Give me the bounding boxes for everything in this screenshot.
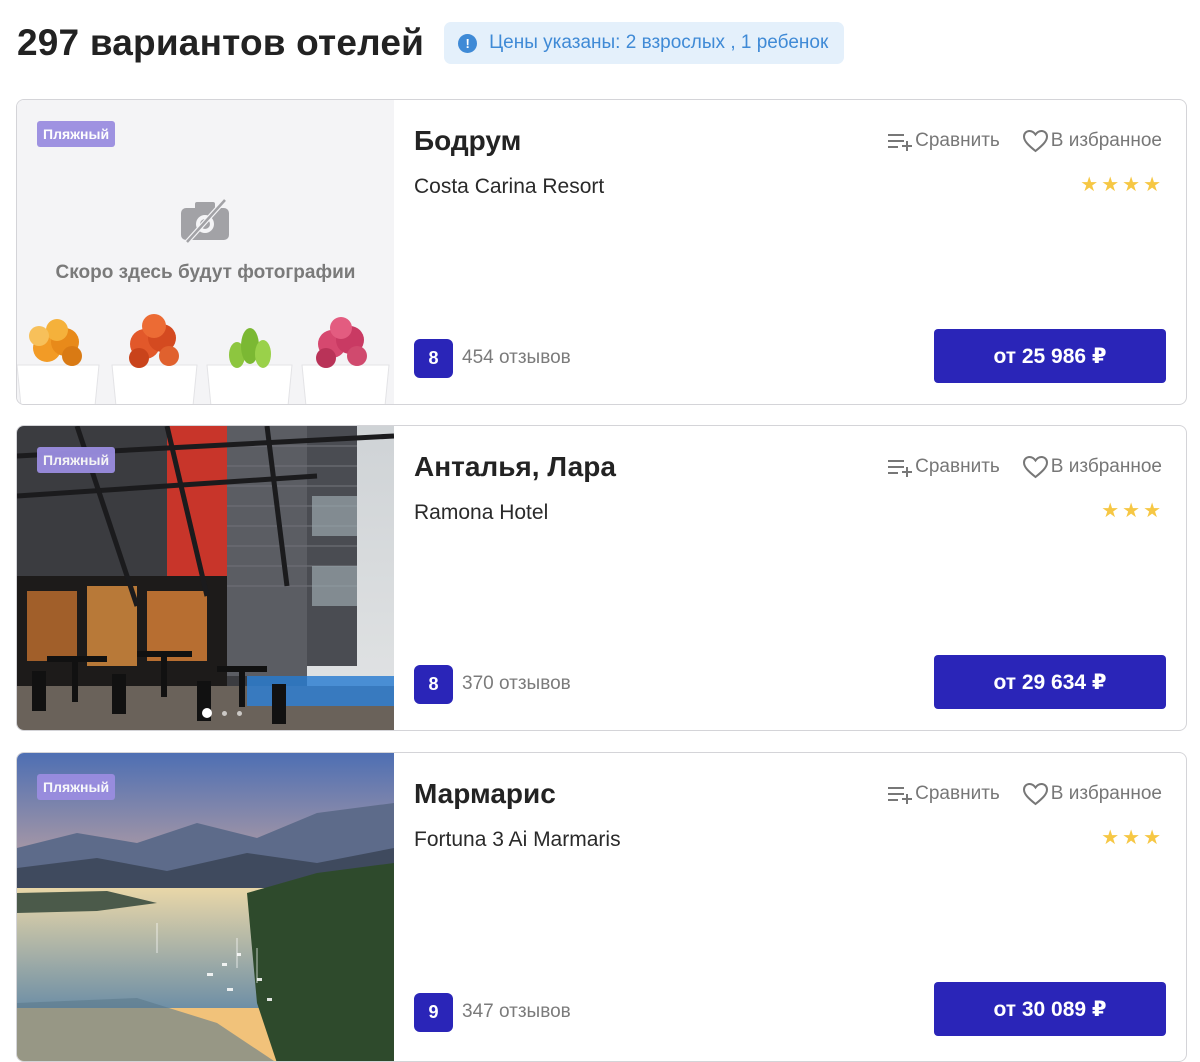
heart-icon [1022,455,1048,479]
hotel-type-tag: Пляжный [37,774,116,800]
hotel-card[interactable]: Скоро здесь будут фотографии Пляжный Бод… [16,99,1187,405]
compare-button[interactable]: Сравнить [887,130,1000,152]
hotel-name[interactable]: Fortuna 3 Ai Marmaris [414,828,621,852]
compare-label: Сравнить [915,456,1000,477]
reviews-count-link[interactable]: 347 отзывов [462,1001,571,1023]
favorite-button[interactable]: В избранное [1022,455,1162,479]
star-rating: ★★★ [1101,500,1164,522]
hotel-type-tag: Пляжный [37,447,116,473]
hotel-photo-placeholder[interactable]: Скоро здесь будут фотографии Пляжный [17,100,394,404]
review-score-badge: 8 [414,339,453,378]
carousel-dot[interactable] [222,710,227,716]
favorite-button[interactable]: В избранное [1022,129,1162,153]
hotel-photo[interactable]: Пляжный [17,426,394,730]
heart-icon [1022,129,1048,153]
carousel-dot[interactable] [202,708,212,718]
hotel-city[interactable]: Бодрум [414,125,521,157]
info-icon: ! [458,33,478,53]
heart-icon [1022,782,1048,806]
results-header: 297 вариантов отелей ! Цены указаны: 2 в… [17,22,845,64]
price-note-badge: ! Цены указаны: 2 взрослых , 1 ребенок [444,22,845,64]
card-actions: Сравнить В избранное [887,129,1162,153]
carousel-dot[interactable] [237,710,242,716]
reviews-count-link[interactable]: 370 отзывов [462,673,571,695]
favorite-label: В избранное [1050,130,1162,151]
price-note-text: Цены указаны: 2 взрослых , 1 ребенок [489,32,829,53]
hotel-photo[interactable]: Пляжный [17,753,394,1061]
reviews-count-link[interactable]: 454 отзывов [462,347,571,369]
hotel-name[interactable]: Ramona Hotel [414,501,548,525]
hotel-card[interactable]: Пляжный Мармарис Fortuna 3 Ai Marmaris С… [16,752,1187,1062]
star-rating: ★★★★ [1080,174,1164,196]
review-score-badge: 9 [414,993,453,1032]
favorite-label: В избранное [1050,456,1162,477]
hotel-city[interactable]: Мармарис [414,778,556,810]
compare-button[interactable]: Сравнить [887,456,1000,478]
price-button[interactable]: от 29 634 ₽ [934,655,1166,709]
hotel-info: Мармарис Fortuna 3 Ai Marmaris Сравнить … [394,753,1186,1061]
compare-label: Сравнить [915,783,1000,804]
star-rating: ★★★ [1101,827,1164,849]
compare-list-icon [888,460,913,477]
page-title: 297 вариантов отелей [17,22,425,63]
compare-list-icon [888,134,913,151]
favorite-label: В избранное [1050,783,1162,804]
hotel-card[interactable]: Пляжный Анталья, Лара Ramona Hotel Сравн… [16,425,1187,731]
price-button[interactable]: от 25 986 ₽ [934,329,1166,383]
compare-label: Сравнить [915,130,1000,151]
photo-carousel-dots[interactable] [202,708,242,718]
price-button[interactable]: от 30 089 ₽ [934,982,1166,1036]
hotel-name[interactable]: Costa Carina Resort [414,175,604,199]
review-score-badge: 8 [414,665,453,704]
hotel-info: Бодрум Costa Carina Resort Сравнить В из… [394,100,1186,404]
card-actions: Сравнить В избранное [887,455,1162,479]
hotel-city[interactable]: Анталья, Лара [414,451,616,483]
no-photo-icon [181,198,229,244]
hotel-info: Анталья, Лара Ramona Hotel Сравнить В из… [394,426,1186,730]
compare-button[interactable]: Сравнить [887,783,1000,805]
compare-list-icon [888,787,913,804]
photo-placeholder-text: Скоро здесь будут фотографии [55,262,356,283]
hotel-type-tag: Пляжный [37,121,116,147]
card-actions: Сравнить В избранное [887,782,1162,806]
favorite-button[interactable]: В избранное [1022,782,1162,806]
